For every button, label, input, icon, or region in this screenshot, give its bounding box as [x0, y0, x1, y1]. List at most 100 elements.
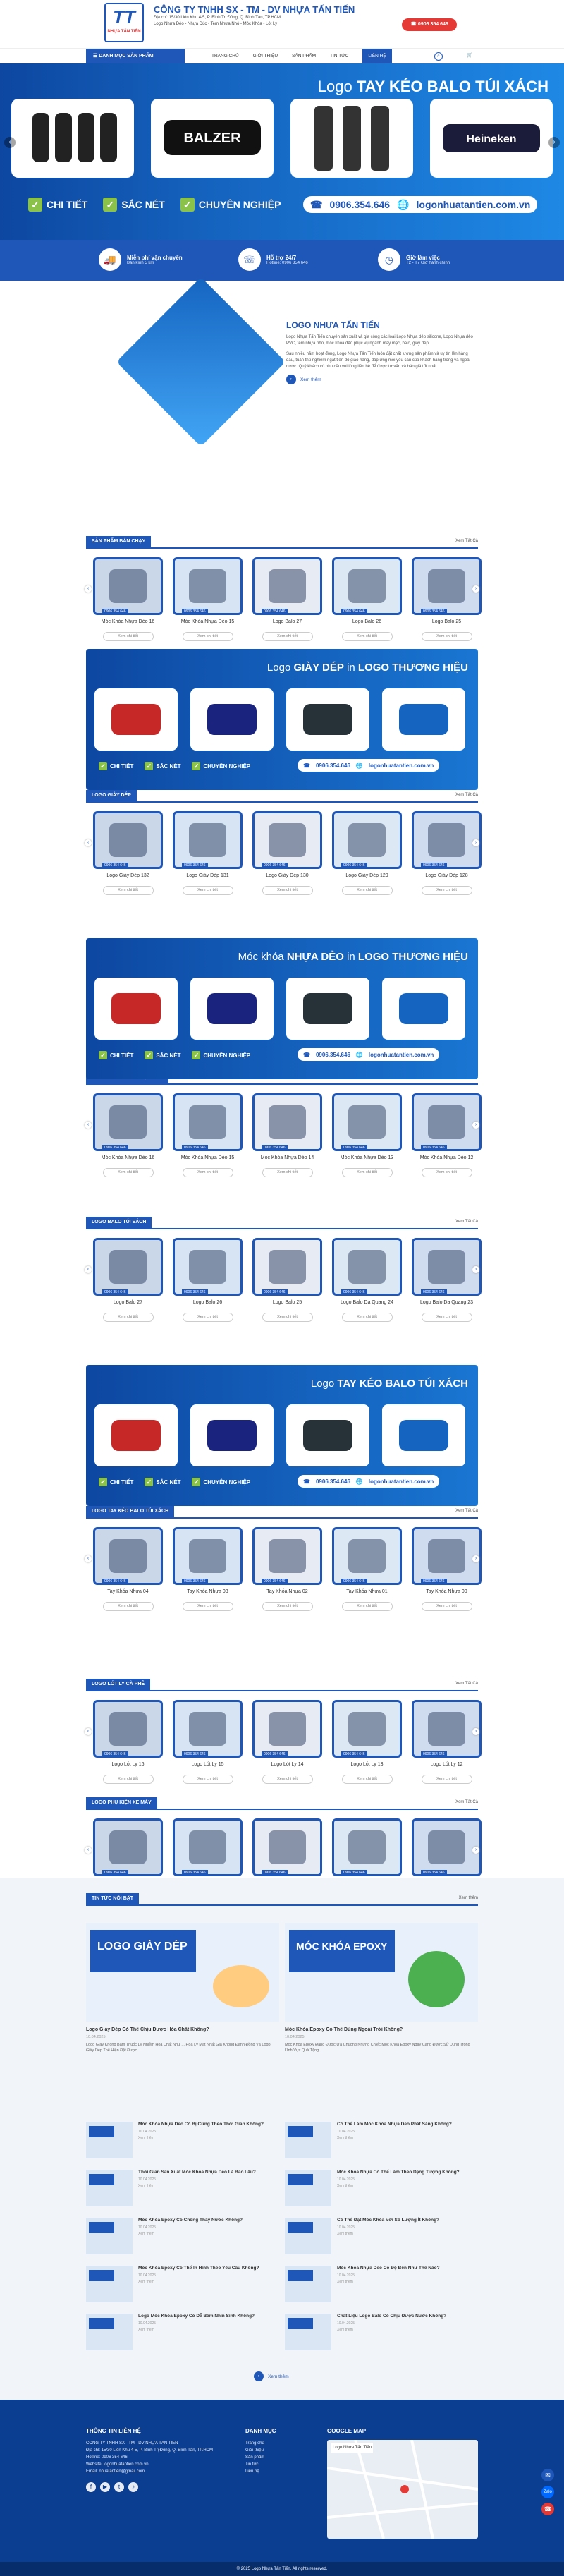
news-item[interactable]: Móc Khóa Epoxy Có Thể In Hình Theo Yêu C…	[86, 2266, 279, 2302]
logo[interactable]: TT NHỰA TẤN TIẾN	[104, 3, 144, 42]
carousel-prev-arrow[interactable]: ‹	[85, 1266, 92, 1273]
carousel-next-arrow[interactable]: ›	[472, 1847, 479, 1854]
google-map[interactable]: Logo Nhựa Tấn Tiến	[326, 2439, 479, 2539]
news-item[interactable]: Chất Liệu Logo Balo Có Chịu Được Nước Kh…	[285, 2314, 478, 2350]
zalo-icon[interactable]: Zalo	[541, 2486, 554, 2498]
promo-contact[interactable]: ☎ 0906.354.646 🌐 logonhuatantien.com.vn	[298, 759, 440, 772]
news-item-more[interactable]: Xem thêm	[138, 2280, 259, 2284]
view-all-link[interactable]: Xem Tất Cả	[455, 793, 478, 797]
product-card[interactable]: 0906 354 646 Logo Lót Ly 16 Xem chi tiết	[93, 1700, 163, 1784]
news-item-more[interactable]: Xem thêm	[138, 2184, 256, 2188]
footer-link[interactable]: Liên hệ	[245, 2468, 316, 2475]
carousel-prev-arrow[interactable]: ‹	[85, 839, 92, 846]
carousel-next-arrow[interactable]: ›	[472, 585, 479, 593]
product-card[interactable]: 0906 354 646 Logo Balo 27 Xem chi tiết	[93, 1238, 163, 1322]
product-card[interactable]: 0906 354 646 Logo Lót Ly 15 Xem chi tiết	[173, 1700, 243, 1784]
phone-icon[interactable]: ☎	[541, 2503, 554, 2515]
product-card[interactable]: 0906 354 646 Logo Balo 25 Xem chi tiết	[412, 557, 482, 641]
carousel-next-arrow[interactable]: ›	[472, 1122, 479, 1129]
news-item-more[interactable]: Xem thêm	[337, 2184, 460, 2188]
news-item-more[interactable]: Xem thêm	[337, 2232, 439, 2236]
product-card[interactable]: 0906 354 646 Logo Lót Ly 14 Xem chi tiết	[252, 1700, 322, 1784]
news-item[interactable]: Móc Khóa Nhựa Dẻo Có Bị Cứng Theo Thời G…	[86, 2122, 279, 2158]
hero-next-arrow[interactable]: ›	[548, 137, 560, 148]
facebook-icon[interactable]: f	[86, 2482, 96, 2492]
product-card[interactable]: 0906 354 646 Logo Giày Dép 131 Xem chi tiế…	[173, 811, 243, 895]
product-detail-button[interactable]: Xem chi tiết	[421, 1775, 472, 1784]
product-detail-button[interactable]: Xem chi tiết	[102, 1168, 154, 1177]
product-card[interactable]: 0906 354 646 Móc Khóa Nhựa Dẻo 15 Xem chi …	[173, 557, 243, 641]
product-card[interactable]: 0906 354 646 Logo Giày Dép 130 Xem chi tiế…	[252, 811, 322, 895]
product-detail-button[interactable]: Xem chi tiết	[102, 1775, 154, 1784]
tiktok-icon[interactable]: ♪	[128, 2482, 138, 2492]
product-card[interactable]: 0906 354 646 Logo Balo Da Quang 24 Xem chi…	[332, 1238, 402, 1322]
product-card[interactable]: 0906 354 646 Logo Balo 26 Xem chi tiết	[173, 1238, 243, 1322]
product-detail-button[interactable]: Xem chi tiết	[421, 1313, 472, 1322]
carousel-prev-arrow[interactable]: ‹	[85, 1122, 92, 1129]
product-detail-button[interactable]: Xem chi tiết	[182, 632, 233, 641]
product-detail-button[interactable]: Xem chi tiết	[102, 886, 154, 895]
product-detail-button[interactable]: Xem chi tiết	[182, 886, 233, 895]
product-card[interactable]: 0906 354 646 Logo Giày Dép 132 Xem chi tiế…	[93, 811, 163, 895]
featured-news[interactable]: MÓC KHÓA EPOXY Móc Khóa Epoxy Có Thể Dùn…	[285, 1923, 478, 2053]
product-card[interactable]: 0906 354 646 Tay Khóa Nhựa 03 Xem chi tiết	[173, 1527, 243, 1611]
news-item-more[interactable]: Xem thêm	[138, 2232, 243, 2236]
news-item-more[interactable]: Xem thêm	[337, 2280, 440, 2284]
twitter-icon[interactable]: t	[114, 2482, 124, 2492]
news-item[interactable]: Móc Khóa Epoxy Có Chống Thấy Nước Không?…	[86, 2218, 279, 2254]
view-all-link[interactable]: Xem Tất Cả	[455, 1682, 478, 1686]
carousel-prev-arrow[interactable]: ‹	[85, 1847, 92, 1854]
product-card[interactable]: 0906 354 646 Logo Lót Ly 12 Xem chi tiết	[412, 1700, 482, 1784]
product-card[interactable]: 0906 354 646 Móc Khóa Nhựa Dẻo 15 Xem chi …	[173, 1093, 243, 1177]
product-detail-button[interactable]: Xem chi tiết	[102, 632, 154, 641]
news-item-more[interactable]: Xem thêm	[337, 2328, 446, 2332]
product-card[interactable]: 0906 354 646 Tay Khóa Nhựa 04 Xem chi tiết	[93, 1527, 163, 1611]
news-item[interactable]: Có Thể Đặt Móc Khóa Với Số Lượng Ít Khôn…	[285, 2218, 478, 2254]
product-card[interactable]: 0906 354 646 Tay Khóa Nhựa 01 Xem chi tiết	[332, 1527, 402, 1611]
hero-contact[interactable]: ☎ 0906.354.646 🌐 logonhuatantien.com.vn	[303, 196, 538, 213]
product-detail-button[interactable]: Xem chi tiết	[182, 1775, 233, 1784]
category-menu-button[interactable]: ☰ DANH MỤC SẢN PHẨM	[86, 49, 185, 64]
product-detail-button[interactable]: Xem chi tiết	[341, 1775, 393, 1784]
news-more-button[interactable]: › Xem thêm	[254, 2371, 289, 2381]
product-detail-button[interactable]: Xem chi tiết	[182, 1168, 233, 1177]
search-icon[interactable]: ⌕	[434, 52, 443, 61]
product-detail-button[interactable]: Xem chi tiết	[421, 886, 472, 895]
product-detail-button[interactable]: Xem chi tiết	[262, 632, 313, 641]
product-card[interactable]: 0906 354 646 Logo Balo 27 Xem chi tiết	[252, 557, 322, 641]
product-card[interactable]: 0906 354 646 Logo Lót Ly 13 Xem chi tiết	[332, 1700, 402, 1784]
cart-icon[interactable]: 🛒	[465, 52, 474, 61]
hero-prev-arrow[interactable]: ‹	[4, 137, 16, 148]
news-item[interactable]: Móc Khóa Nhựa Dẻo Có Độ Bền Như Thế Nào?…	[285, 2266, 478, 2302]
about-more-link[interactable]: › Xem thêm	[286, 375, 477, 384]
footer-link[interactable]: Giới thiệu	[245, 2447, 316, 2454]
product-detail-button[interactable]: Xem chi tiết	[102, 1602, 154, 1611]
product-detail-button[interactable]: Xem chi tiết	[421, 1602, 472, 1611]
news-item-more[interactable]: Xem thêm	[138, 2136, 264, 2140]
menu-item-contact[interactable]: LIÊN HỆ	[362, 49, 392, 64]
product-detail-button[interactable]: Xem chi tiết	[262, 1313, 313, 1322]
hotline-button[interactable]: ☎ 0906 354 646	[402, 18, 457, 31]
product-detail-button[interactable]: Xem chi tiết	[262, 1602, 313, 1611]
product-detail-button[interactable]: Xem chi tiết	[341, 1168, 393, 1177]
product-card[interactable]: 0906 354 646 Móc Khóa Nhựa Dẻo 12 Xem chi …	[412, 1093, 482, 1177]
news-more-link[interactable]: Xem thêm	[459, 1896, 478, 1900]
carousel-next-arrow[interactable]: ›	[472, 839, 479, 846]
product-detail-button[interactable]: Xem chi tiết	[341, 886, 393, 895]
product-card[interactable]: 0906 354 646 Tay Khóa Nhựa 02 Xem chi tiết	[252, 1527, 322, 1611]
product-detail-button[interactable]: Xem chi tiết	[262, 1775, 313, 1784]
product-detail-button[interactable]: Xem chi tiết	[341, 1602, 393, 1611]
messenger-icon[interactable]: ✉	[541, 2469, 554, 2481]
product-detail-button[interactable]: Xem chi tiết	[341, 632, 393, 641]
product-card[interactable]: 0906 354 646 Móc Khóa Nhựa Dẻo 14 Xem chi …	[252, 1093, 322, 1177]
news-item-more[interactable]: Xem thêm	[138, 2328, 255, 2332]
product-detail-button[interactable]: Xem chi tiết	[182, 1602, 233, 1611]
product-card[interactable]: 0906 354 646 Logo Giày Dép 129 Xem chi tiế…	[332, 811, 402, 895]
product-detail-button[interactable]: Xem chi tiết	[421, 632, 472, 641]
product-detail-button[interactable]: Xem chi tiết	[341, 1313, 393, 1322]
featured-news[interactable]: LOGO GIÀY DÉP Logo Giày Dép Có Thể Chịu …	[86, 1923, 279, 2053]
news-item[interactable]: Có Thể Làm Móc Khóa Nhựa Dẻo Phát Sáng K…	[285, 2122, 478, 2158]
view-all-link[interactable]: Xem Tất Cả	[455, 539, 478, 543]
product-detail-button[interactable]: Xem chi tiết	[421, 1168, 472, 1177]
product-detail-button[interactable]: Xem chi tiết	[262, 1168, 313, 1177]
